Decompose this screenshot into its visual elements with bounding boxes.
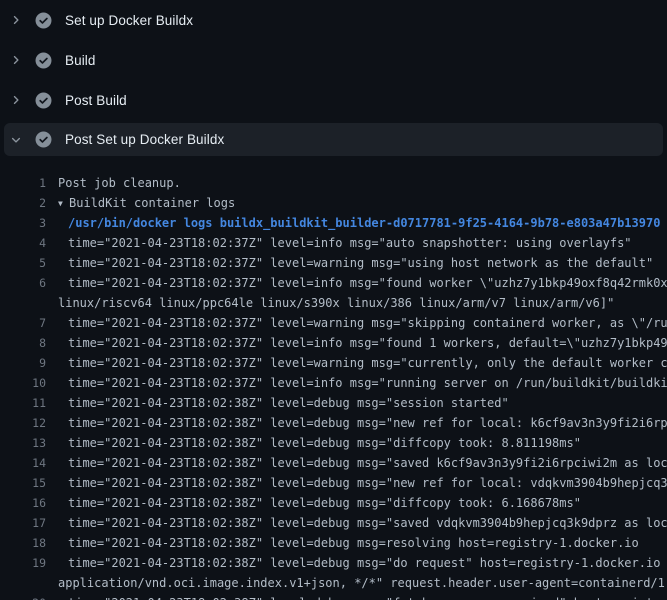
log-line-text: time="2021-04-23T18:02:37Z" level=info m…: [68, 373, 667, 393]
log-line-number[interactable]: 7: [0, 313, 46, 333]
log-line: 10 time="2021-04-23T18:02:37Z" level=info…: [0, 373, 667, 393]
log-line: 8 time="2021-04-23T18:02:37Z" level=info …: [0, 333, 667, 353]
log-line: 3/usr/bin/docker logs buildx_buildkit_bu…: [0, 213, 667, 233]
log-line-number[interactable]: 17: [0, 513, 46, 533]
log-line-text: time="2021-04-23T18:02:38Z" level=debug …: [68, 513, 667, 533]
log-line-number[interactable]: 10: [0, 373, 46, 393]
log-line-text: time="2021-04-23T18:02:37Z" level=info m…: [68, 333, 667, 353]
log-line: 15 time="2021-04-23T18:02:38Z" level=debu…: [0, 473, 667, 493]
log-line-number: [0, 573, 46, 593]
chevron-down-icon: [9, 133, 23, 147]
log-line: 20 time="2021-04-23T18:02:38Z" level=debu…: [0, 593, 667, 600]
chevron-right-icon: [9, 53, 23, 67]
step-row-post-set-up-docker-buildx[interactable]: Post Set up Docker Buildx: [4, 123, 663, 156]
check-circle-icon: [35, 92, 52, 109]
log-line-number[interactable]: 11: [0, 393, 46, 413]
log-line-number[interactable]: 2: [0, 193, 46, 213]
log-line: 14 time="2021-04-23T18:02:38Z" level=debu…: [0, 453, 667, 473]
log-line-number[interactable]: 16: [0, 493, 46, 513]
check-circle-icon: [35, 52, 52, 69]
log-line-number[interactable]: 3: [0, 213, 46, 233]
log-group-line[interactable]: ▼BuildKit container logs: [58, 193, 235, 213]
log-line-text: time="2021-04-23T18:02:38Z" level=debug …: [68, 393, 509, 413]
chevron-right-icon: [9, 93, 23, 107]
log-line: 16 time="2021-04-23T18:02:38Z" level=debu…: [0, 493, 667, 513]
steps-list: Set up Docker Buildx Build Post Build Post …: [0, 0, 667, 156]
step-label: Set up Docker Buildx: [65, 13, 193, 28]
log-line-text: time="2021-04-23T18:02:38Z" level=debug …: [68, 553, 667, 573]
log-line-text: time="2021-04-23T18:02:37Z" level=warnin…: [68, 353, 667, 373]
log-line: 13 time="2021-04-23T18:02:38Z" level=debu…: [0, 433, 667, 453]
log-line: 7 time="2021-04-23T18:02:37Z" level=warni…: [0, 313, 667, 333]
log-line: 6 time="2021-04-23T18:02:37Z" level=info …: [0, 273, 667, 293]
log-line: 1 Post job cleanup.: [0, 173, 667, 193]
log-line-text: time="2021-04-23T18:02:37Z" level=info m…: [68, 273, 667, 293]
log-line: 4 time="2021-04-23T18:02:37Z" level=info …: [0, 233, 667, 253]
log-line-number[interactable]: 1: [0, 173, 46, 193]
log-line-text: time="2021-04-23T18:02:38Z" level=debug …: [68, 493, 581, 513]
log-line: 18 time="2021-04-23T18:02:38Z" level=debu…: [0, 533, 667, 553]
log-line-number[interactable]: 15: [0, 473, 46, 493]
step-row-set-up-docker-buildx[interactable]: Set up Docker Buildx: [0, 0, 667, 40]
log-line-text: time="2021-04-23T18:02:38Z" level=debug …: [68, 453, 667, 473]
log-line-number[interactable]: 8: [0, 333, 46, 353]
log-line-number[interactable]: 6: [0, 273, 46, 293]
log-line-number: [0, 293, 46, 313]
step-label: Post Set up Docker Buildx: [65, 132, 224, 147]
log-line-number[interactable]: 9: [0, 353, 46, 373]
log-command-text: /usr/bin/docker logs buildx_buildkit_bui…: [68, 213, 660, 233]
group-label[interactable]: BuildKit container logs: [69, 196, 235, 210]
log-line-number[interactable]: 5: [0, 253, 46, 273]
log-line-number[interactable]: 20: [0, 593, 46, 600]
check-circle-icon: [35, 12, 52, 29]
log-line: 2 ▼BuildKit container logs: [0, 193, 667, 213]
step-label: Build: [65, 53, 96, 68]
group-collapse-icon[interactable]: ▼: [58, 194, 69, 213]
log-line: 12 time="2021-04-23T18:02:38Z" level=debu…: [0, 413, 667, 433]
actions-log-viewer: Set up Docker Buildx Build Post Build Post …: [0, 0, 667, 600]
step-row-build[interactable]: Build: [0, 40, 667, 80]
log-line: 17 time="2021-04-23T18:02:38Z" level=debu…: [0, 513, 667, 533]
log-line: application/vnd.oci.image.index.v1+json,…: [0, 573, 667, 593]
chevron-right-icon: [9, 13, 23, 27]
log-line-text: linux/riscv64 linux/ppc64le linux/s390x …: [58, 293, 614, 313]
log-line-text: time="2021-04-23T18:02:38Z" level=debug …: [68, 533, 639, 553]
log-line-number[interactable]: 4: [0, 233, 46, 253]
step-label: Post Build: [65, 93, 127, 108]
log-line-text: time="2021-04-23T18:02:38Z" level=debug …: [68, 433, 581, 453]
log-line-number[interactable]: 14: [0, 453, 46, 473]
log-line-text: time="2021-04-23T18:02:37Z" level=info m…: [68, 233, 632, 253]
log-line-text: time="2021-04-23T18:02:37Z" level=warnin…: [68, 253, 653, 273]
log-line-text: application/vnd.oci.image.index.v1+json,…: [58, 573, 667, 593]
log-lines: 1 Post job cleanup. 2 ▼BuildKit container l…: [0, 160, 667, 600]
log-line-number[interactable]: 19: [0, 553, 46, 573]
log-line-text: time="2021-04-23T18:02:38Z" level=debug …: [68, 413, 667, 433]
log-line-text: time="2021-04-23T18:02:38Z" level=debug …: [68, 593, 667, 600]
log-line-text: time="2021-04-23T18:02:38Z" level=debug …: [68, 473, 667, 493]
step-row-post-build[interactable]: Post Build: [0, 80, 667, 120]
check-circle-icon: [35, 131, 52, 148]
log-line-number[interactable]: 13: [0, 433, 46, 453]
log-line: 9 time="2021-04-23T18:02:37Z" level=warni…: [0, 353, 667, 373]
log-line: 11 time="2021-04-23T18:02:38Z" level=debu…: [0, 393, 667, 413]
log-line: 5 time="2021-04-23T18:02:37Z" level=warni…: [0, 253, 667, 273]
log-line: linux/riscv64 linux/ppc64le linux/s390x …: [0, 293, 667, 313]
log-line-text: Post job cleanup.: [58, 173, 181, 193]
log-line: 19 time="2021-04-23T18:02:38Z" level=debu…: [0, 553, 667, 573]
log-line-text: time="2021-04-23T18:02:37Z" level=warnin…: [68, 313, 667, 333]
log-line-number[interactable]: 12: [0, 413, 46, 433]
log-line-number[interactable]: 18: [0, 533, 46, 553]
